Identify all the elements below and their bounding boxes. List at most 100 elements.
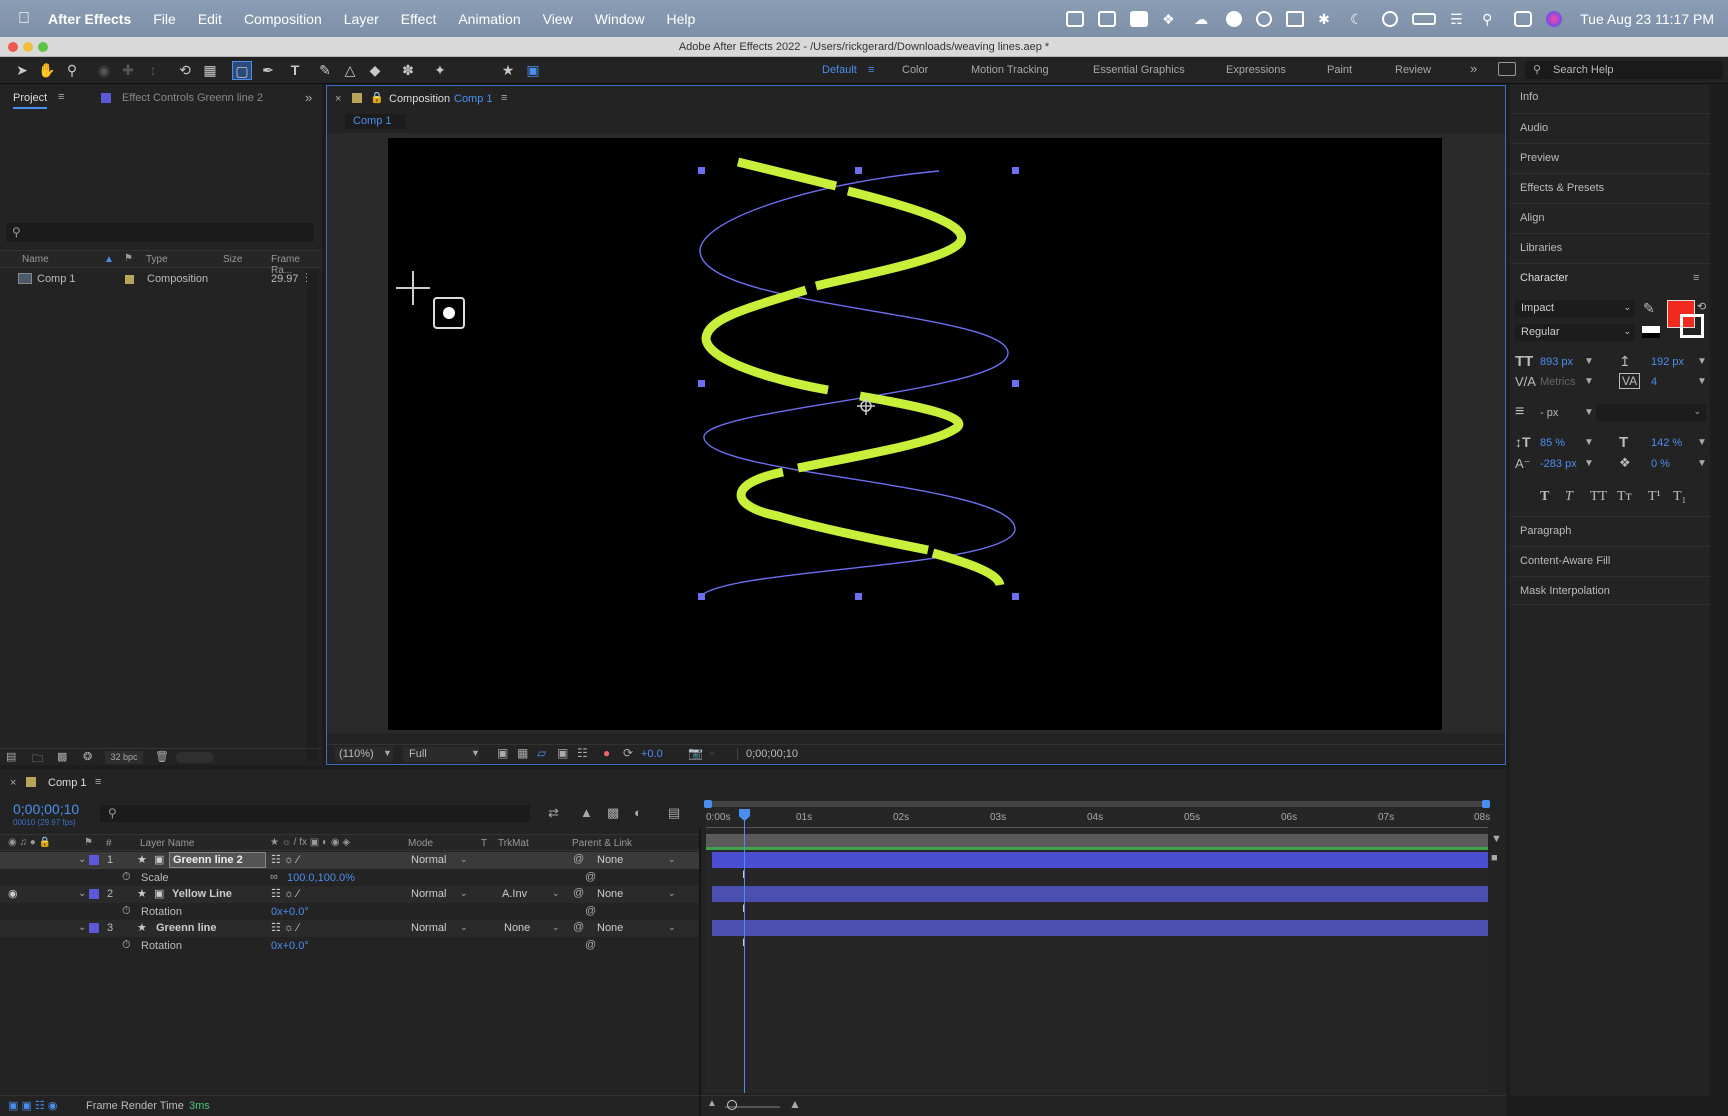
- layer-1-duration-bar[interactable]: [712, 852, 1488, 868]
- layer-3-duration-bar[interactable]: [712, 920, 1488, 936]
- hand-tool-icon[interactable]: ✋: [37, 61, 57, 80]
- viewer-area[interactable]: [327, 133, 1505, 733]
- layer-row-1[interactable]: ⌄ 1 ★ ▣ Greenn line 2 ☷ ☼ ∕ Normal ⌄ @ N…: [0, 852, 700, 869]
- app-menu[interactable]: After Effects: [48, 11, 131, 27]
- orbit-tool-icon[interactable]: ◉: [94, 61, 114, 80]
- layer-end-icon[interactable]: ■: [1491, 852, 1498, 864]
- snapshot-icon[interactable]: 📷: [688, 746, 703, 760]
- work-area-start-handle[interactable]: [704, 800, 712, 808]
- minimize-window-button[interactable]: [23, 42, 33, 52]
- brush-tool-icon[interactable]: ✎: [315, 61, 335, 80]
- expression-pickwhip-icon[interactable]: @: [585, 905, 596, 917]
- more-workspaces-icon[interactable]: »: [1470, 61, 1477, 76]
- layer-row-2[interactable]: ◉ ⌄ 2 ★ ▣ Yellow Line ☷ ☼ ∕ Normal ⌄ A.I…: [0, 886, 700, 903]
- stroke-width-chevron-icon[interactable]: ▼: [1584, 407, 1594, 418]
- trash-icon[interactable]: 🗑: [155, 750, 169, 763]
- grid-guides-icon[interactable]: ☷: [577, 746, 588, 760]
- font-style-dropdown[interactable]: Regular ⌄: [1515, 324, 1635, 341]
- resolution-dropdown[interactable]: Full: [403, 747, 479, 762]
- layer-name[interactable]: Yellow Line: [172, 888, 232, 900]
- menu-file[interactable]: File: [153, 11, 176, 27]
- rectangle-tool-icon[interactable]: ▢: [232, 61, 252, 80]
- battery-icon[interactable]: [1412, 12, 1437, 25]
- eraser-tool-icon[interactable]: ◆: [365, 61, 385, 80]
- layer-parent[interactable]: None: [597, 854, 623, 866]
- panel-toggle-icon[interactable]: [1498, 62, 1516, 76]
- rotate-tool-icon[interactable]: ⟲: [175, 61, 195, 80]
- motion-blur-icon[interactable]: ◐: [634, 805, 642, 820]
- wifi-icon[interactable]: ☴: [1450, 11, 1468, 27]
- render-toggle-icons[interactable]: ▣ ▣ ☷ ◉: [8, 1099, 57, 1112]
- menu-view[interactable]: View: [543, 11, 573, 27]
- reset-exposure-icon[interactable]: ⟳: [623, 746, 633, 760]
- playhead-line[interactable]: [744, 809, 745, 1093]
- expression-pickwhip-icon[interactable]: @: [585, 939, 596, 951]
- camera-icon[interactable]: [1130, 10, 1149, 27]
- col-name[interactable]: Name: [22, 254, 49, 265]
- col-layer-name[interactable]: Layer Name: [140, 838, 194, 849]
- fast-previews-icon[interactable]: ▣: [497, 746, 508, 760]
- mode-chevron-icon[interactable]: ⌄: [460, 854, 468, 865]
- col-type[interactable]: Type: [146, 254, 168, 265]
- parent-chevron-icon[interactable]: ⌄: [668, 922, 676, 933]
- trkmat-chevron-icon[interactable]: ⌄: [552, 888, 560, 899]
- pan-tool-icon[interactable]: ✚: [118, 61, 138, 80]
- workspace-motion-tracking[interactable]: Motion Tracking: [971, 64, 1049, 76]
- frame-blending-icon[interactable]: ▩: [607, 805, 619, 821]
- tsume-chevron-icon[interactable]: ▼: [1697, 458, 1707, 469]
- cloud-icon[interactable]: ☁: [1194, 11, 1212, 27]
- faux-bold-button[interactable]: T: [1540, 489, 1549, 505]
- mask-interpolation-panel-item[interactable]: Mask Interpolation: [1510, 576, 1710, 605]
- constrain-proportions-icon[interactable]: ∞: [270, 871, 278, 883]
- pickwhip-icon[interactable]: @: [573, 921, 584, 933]
- project-tab[interactable]: Project: [13, 92, 48, 109]
- preview-panel-item[interactable]: Preview: [1510, 143, 1710, 172]
- keyboard-icon[interactable]: [1286, 10, 1305, 27]
- expression-pickwhip-icon[interactable]: @: [585, 871, 596, 883]
- layer-name[interactable]: Greenn line 2: [169, 852, 266, 868]
- stroke-color-swatch[interactable]: [1680, 314, 1704, 338]
- time-zoom-knob[interactable]: [727, 1100, 737, 1110]
- layer-1-scale-row[interactable]: ⏱ Scale ∞ 100.0,100.0% @: [0, 870, 700, 887]
- swatch-white-black[interactable]: [1642, 326, 1660, 338]
- layer-switch-icons[interactable]: ☷ ☼ ∕: [271, 921, 299, 934]
- comp-subtab[interactable]: Comp 1: [345, 114, 406, 129]
- menu-edit[interactable]: Edit: [198, 11, 222, 27]
- twirl-down-icon[interactable]: ⌄: [78, 888, 86, 899]
- workspace-menu-icon[interactable]: ≡: [868, 64, 874, 76]
- layer-switch-icons[interactable]: ☷ ☼ ∕: [271, 887, 299, 900]
- audio-panel-item[interactable]: Audio: [1510, 113, 1710, 142]
- menu-window[interactable]: Window: [595, 11, 645, 27]
- moon-icon[interactable]: ☾: [1350, 11, 1368, 27]
- layer-mode[interactable]: Normal: [411, 888, 446, 900]
- transparency-grid-icon[interactable]: ▦: [517, 746, 528, 760]
- comp-mini-flowchart-icon[interactable]: ⇄: [548, 805, 559, 821]
- leading-value[interactable]: 192 px: [1651, 356, 1684, 368]
- font-family-dropdown[interactable]: Impact ⌄: [1515, 300, 1635, 317]
- clone-stamp-tool-icon[interactable]: △: [340, 61, 360, 80]
- workspace-review[interactable]: Review: [1395, 64, 1431, 76]
- graph-editor-icon[interactable]: ▤: [668, 805, 680, 821]
- layer-switch-icons[interactable]: ☷ ☼ ∕: [271, 853, 299, 866]
- av-switches-icons[interactable]: ◉ ♫ ● 🔒: [8, 837, 51, 848]
- selection-tool-icon[interactable]: ➤: [12, 61, 32, 80]
- libraries-panel-item[interactable]: Libraries: [1510, 233, 1710, 262]
- align-panel-item[interactable]: Align: [1510, 203, 1710, 232]
- all-caps-button[interactable]: TT: [1590, 489, 1607, 505]
- layer-trkmat[interactable]: None: [504, 922, 530, 934]
- menu-animation[interactable]: Animation: [458, 11, 520, 27]
- timeline-tab-menu-icon[interactable]: ≡: [95, 776, 101, 788]
- composition-tab-label[interactable]: Composition: [389, 93, 450, 105]
- property-value[interactable]: 0x+0.0°: [271, 940, 309, 952]
- bpc-button[interactable]: 32 bpc: [105, 751, 143, 764]
- playhead-handle[interactable]: [739, 809, 750, 821]
- time-graph[interactable]: 0:00s 01s 02s 03s 04s 05s 06s 07s 08s I …: [704, 800, 1490, 1093]
- baseline-shift-value[interactable]: -283 px: [1540, 458, 1577, 470]
- zoom-tool-icon[interactable]: ⚲: [62, 61, 82, 80]
- content-aware-fill-panel-item[interactable]: Content-Aware Fill: [1510, 546, 1710, 575]
- new-composition-icon[interactable]: ▩: [57, 750, 67, 763]
- layer-2-duration-bar[interactable]: [712, 886, 1488, 902]
- pickwhip-icon[interactable]: @: [573, 853, 584, 865]
- roto-brush-tool-icon[interactable]: ✽: [398, 61, 418, 80]
- layer-label-color[interactable]: [89, 855, 99, 865]
